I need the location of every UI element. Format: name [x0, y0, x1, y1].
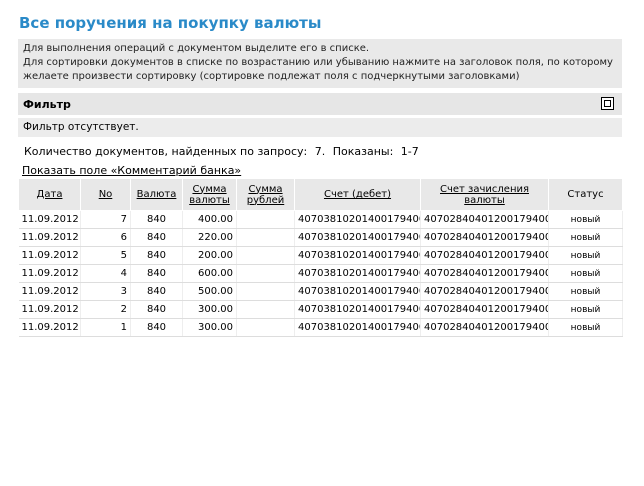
- table-cell-amount: 500.00: [182, 282, 237, 301]
- table-cell-status: новый: [548, 264, 623, 283]
- column-header-label: Сумма: [248, 183, 283, 195]
- show-bank-comment-link[interactable]: Показать поле «Комментарий банка»: [22, 164, 241, 177]
- table-cell-status: новый: [548, 210, 623, 229]
- table-cell-credit: 40702840401200179400: [420, 228, 549, 247]
- column-header-label: Счет (дебет): [323, 189, 392, 200]
- table-cell-no: 6: [80, 228, 131, 247]
- maximize-icon[interactable]: [601, 97, 614, 110]
- table-cell-date: 11.09.2012: [18, 318, 81, 337]
- table-cell-status: новый: [548, 228, 623, 247]
- shown-label: Показаны:: [332, 145, 394, 158]
- table-cell-status: новый: [548, 282, 623, 301]
- table-cell-amount: 220.00: [182, 228, 237, 247]
- table-cell-credit: 40702840401200179400: [420, 282, 549, 301]
- table-cell-currency: 840: [130, 300, 183, 319]
- table-cell-status: новый: [548, 300, 623, 319]
- table-cell-no: 3: [80, 282, 131, 301]
- table-cell-amount: 300.00: [182, 318, 237, 337]
- table-cell-rub: [236, 282, 295, 301]
- table-cell-currency: 840: [130, 210, 183, 229]
- table-cell-amount: 600.00: [182, 264, 237, 283]
- column-header-debit-account[interactable]: Счет (дебет): [294, 178, 421, 211]
- table-cell-debit: 40703810201400179400: [294, 282, 421, 301]
- table-cell-no: 4: [80, 264, 131, 283]
- column-header-no[interactable]: No: [80, 178, 131, 211]
- table-cell-debit: 40703810201400179400: [294, 228, 421, 247]
- column-header-label: Дата: [36, 189, 63, 200]
- count-value: 7.: [314, 145, 326, 158]
- column-header-label: No: [98, 189, 113, 200]
- documents-table: Дата No Валюта Сумма валюты Сумма рублей С…: [18, 178, 623, 337]
- instructions-line: Для выполнения операций с документом выд…: [23, 43, 370, 54]
- table-cell-currency: 840: [130, 282, 183, 301]
- table-row[interactable]: 11.09.2012 1 840 300.00 40703810201400179400…: [18, 318, 623, 337]
- table-cell-credit: 40702840401200179400: [420, 300, 549, 319]
- instructions-panel: Для выполнения операций с документом выд…: [18, 39, 622, 88]
- table-cell-currency: 840: [130, 264, 183, 283]
- column-header-label: Сумма: [192, 183, 227, 195]
- table-cell-currency: 840: [130, 246, 183, 265]
- table-cell-rub: [236, 210, 295, 229]
- column-header-label: Статус: [567, 189, 604, 200]
- table-cell-status: новый: [548, 246, 623, 265]
- table-cell-date: 11.09.2012: [18, 282, 81, 301]
- instructions-line: желаете произвести сортировку (сортировк…: [23, 71, 520, 82]
- table-row[interactable]: 11.09.2012 5 840 200.00 40703810201400179400…: [18, 246, 623, 265]
- table-cell-credit: 40702840401200179400: [420, 246, 549, 265]
- table-cell-credit: 40702840401200179400: [420, 264, 549, 283]
- instructions-line: Для сортировки документов в списке по во…: [23, 57, 617, 68]
- filter-status: Фильтр отсутствует.: [18, 118, 622, 137]
- table-cell-debit: 40703810201400179400: [294, 264, 421, 283]
- table-row[interactable]: 11.09.2012 3 840 500.00 40703810201400179400…: [18, 282, 623, 301]
- table-cell-rub: [236, 246, 295, 265]
- table-cell-credit: 40702840401200179400: [420, 318, 549, 337]
- table-cell-currency: 840: [130, 228, 183, 247]
- table-cell-debit: 40703810201400179400: [294, 300, 421, 319]
- page-title: Все поручения на покупку валюты: [19, 14, 322, 32]
- column-header-date[interactable]: Дата: [18, 178, 81, 211]
- table-cell-debit: 40703810201400179400: [294, 318, 421, 337]
- column-header-label: валюты: [464, 194, 505, 206]
- column-header-label: валюты: [189, 194, 230, 206]
- column-header-currency[interactable]: Валюта: [130, 178, 183, 211]
- table-cell-status: новый: [548, 318, 623, 337]
- table-cell-date: 11.09.2012: [18, 246, 81, 265]
- column-header-rub-amount[interactable]: Сумма рублей: [236, 178, 295, 211]
- table-cell-no: 1: [80, 318, 131, 337]
- document-count: Количество документов, найденных по запр…: [24, 145, 423, 158]
- column-header-currency-amount[interactable]: Сумма валюты: [182, 178, 237, 211]
- table-cell-rub: [236, 300, 295, 319]
- table-cell-date: 11.09.2012: [18, 264, 81, 283]
- table-cell-amount: 400.00: [182, 210, 237, 229]
- filter-header: Фильтр: [18, 93, 622, 115]
- table-cell-no: 7: [80, 210, 131, 229]
- column-header-label: Валюта: [136, 189, 177, 200]
- table-cell-date: 11.09.2012: [18, 300, 81, 319]
- table-row[interactable]: 11.09.2012 7 840 400.00 40703810201400179400…: [18, 210, 623, 229]
- table-cell-amount: 300.00: [182, 300, 237, 319]
- table-cell-debit: 40703810201400179400: [294, 246, 421, 265]
- column-header-status: Статус: [548, 178, 623, 211]
- table-cell-date: 11.09.2012: [18, 210, 81, 229]
- table-row[interactable]: 11.09.2012 6 840 220.00 40703810201400179400…: [18, 228, 623, 247]
- table-cell-date: 11.09.2012: [18, 228, 81, 247]
- table-cell-rub: [236, 228, 295, 247]
- shown-range: 1-7: [400, 145, 419, 158]
- table-cell-currency: 840: [130, 318, 183, 337]
- table-cell-credit: 40702840401200179400: [420, 210, 549, 229]
- table-row[interactable]: 11.09.2012 2 840 300.00 40703810201400179400…: [18, 300, 623, 319]
- column-header-label: рублей: [246, 194, 285, 206]
- table-cell-debit: 40703810201400179400: [294, 210, 421, 229]
- filter-title: Фильтр: [23, 98, 71, 111]
- table-header-row: Дата No Валюта Сумма валюты Сумма рублей С…: [18, 178, 623, 211]
- table-cell-no: 5: [80, 246, 131, 265]
- column-header-label: Счет зачисления: [440, 183, 529, 195]
- count-label: Количество документов, найденных по запр…: [24, 145, 308, 158]
- table-cell-rub: [236, 264, 295, 283]
- column-header-credit-account[interactable]: Счет зачисления валюты: [420, 178, 549, 211]
- table-row[interactable]: 11.09.2012 4 840 600.00 40703810201400179400…: [18, 264, 623, 283]
- table-cell-rub: [236, 318, 295, 337]
- table-cell-amount: 200.00: [182, 246, 237, 265]
- table-cell-no: 2: [80, 300, 131, 319]
